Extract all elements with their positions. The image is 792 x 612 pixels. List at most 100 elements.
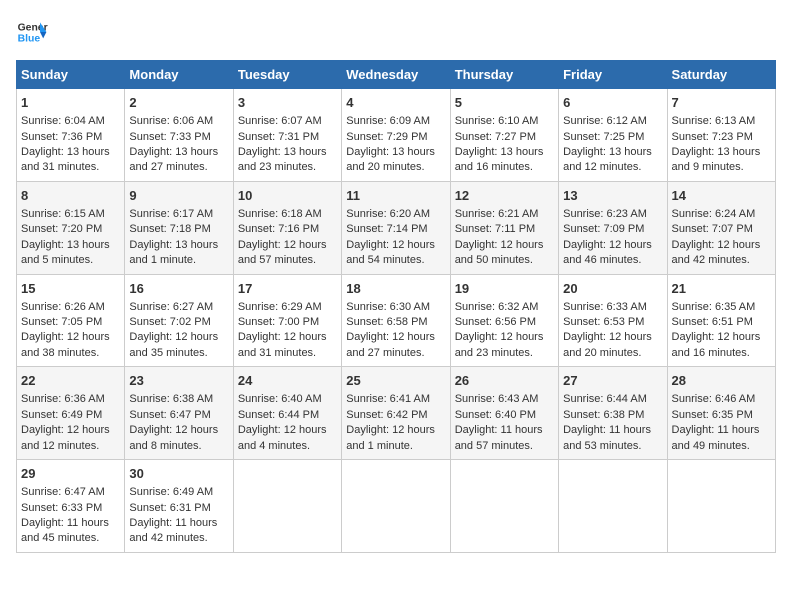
day-info-line: and 12 minutes. (21, 439, 120, 454)
day-info-line: Sunset: 6:40 PM (455, 408, 554, 423)
calendar-cell: 8Sunrise: 6:15 AMSunset: 7:20 PMDaylight… (17, 181, 125, 274)
day-info-line: Sunset: 6:49 PM (21, 408, 120, 423)
calendar-cell: 1Sunrise: 6:04 AMSunset: 7:36 PMDaylight… (17, 89, 125, 182)
day-info-line: Sunset: 7:20 PM (21, 222, 120, 237)
day-info-line: Daylight: 12 hours (21, 330, 120, 345)
calendar-cell: 23Sunrise: 6:38 AMSunset: 6:47 PMDayligh… (125, 367, 233, 460)
day-number: 29 (21, 465, 120, 483)
day-info-line: and 20 minutes. (346, 160, 445, 175)
day-info-line: Sunrise: 6:20 AM (346, 207, 445, 222)
calendar-cell: 20Sunrise: 6:33 AMSunset: 6:53 PMDayligh… (559, 274, 667, 367)
day-number: 2 (129, 94, 228, 112)
day-number: 12 (455, 187, 554, 205)
day-number: 30 (129, 465, 228, 483)
day-info-line: Sunrise: 6:38 AM (129, 392, 228, 407)
day-info-line: and 42 minutes. (129, 531, 228, 546)
calendar-cell: 16Sunrise: 6:27 AMSunset: 7:02 PMDayligh… (125, 274, 233, 367)
page-header: General Blue (16, 16, 776, 48)
calendar-cell (450, 460, 558, 553)
calendar-cell: 24Sunrise: 6:40 AMSunset: 6:44 PMDayligh… (233, 367, 341, 460)
day-info-line: Daylight: 13 hours (563, 145, 662, 160)
calendar-cell: 27Sunrise: 6:44 AMSunset: 6:38 PMDayligh… (559, 367, 667, 460)
day-info-line: Sunrise: 6:17 AM (129, 207, 228, 222)
day-info-line: Sunset: 7:29 PM (346, 130, 445, 145)
day-number: 3 (238, 94, 337, 112)
calendar-cell: 19Sunrise: 6:32 AMSunset: 6:56 PMDayligh… (450, 274, 558, 367)
day-number: 8 (21, 187, 120, 205)
calendar-cell: 28Sunrise: 6:46 AMSunset: 6:35 PMDayligh… (667, 367, 775, 460)
calendar-cell: 29Sunrise: 6:47 AMSunset: 6:33 PMDayligh… (17, 460, 125, 553)
calendar-cell: 6Sunrise: 6:12 AMSunset: 7:25 PMDaylight… (559, 89, 667, 182)
day-info-line: Sunrise: 6:27 AM (129, 300, 228, 315)
day-info-line: Daylight: 12 hours (346, 330, 445, 345)
day-info-line: Daylight: 13 hours (129, 145, 228, 160)
day-info-line: Sunset: 6:58 PM (346, 315, 445, 330)
day-number: 27 (563, 372, 662, 390)
day-number: 19 (455, 280, 554, 298)
day-info-line: Sunrise: 6:13 AM (672, 114, 771, 129)
weekday-header-wednesday: Wednesday (342, 61, 450, 89)
day-info-line: Daylight: 11 hours (21, 516, 120, 531)
day-info-line: Sunrise: 6:46 AM (672, 392, 771, 407)
calendar-cell: 26Sunrise: 6:43 AMSunset: 6:40 PMDayligh… (450, 367, 558, 460)
day-info-line: Sunset: 7:05 PM (21, 315, 120, 330)
day-number: 18 (346, 280, 445, 298)
calendar-cell: 11Sunrise: 6:20 AMSunset: 7:14 PMDayligh… (342, 181, 450, 274)
day-info-line: and 8 minutes. (129, 439, 228, 454)
day-number: 25 (346, 372, 445, 390)
day-info-line: Daylight: 11 hours (129, 516, 228, 531)
weekday-header-monday: Monday (125, 61, 233, 89)
day-info-line: Sunrise: 6:41 AM (346, 392, 445, 407)
day-info-line: and 12 minutes. (563, 160, 662, 175)
calendar-cell: 10Sunrise: 6:18 AMSunset: 7:16 PMDayligh… (233, 181, 341, 274)
day-number: 23 (129, 372, 228, 390)
logo-icon: General Blue (16, 16, 48, 48)
day-info-line: Daylight: 11 hours (455, 423, 554, 438)
day-number: 16 (129, 280, 228, 298)
day-info-line: Sunset: 6:42 PM (346, 408, 445, 423)
weekday-header-friday: Friday (559, 61, 667, 89)
day-info-line: Sunset: 7:36 PM (21, 130, 120, 145)
day-info-line: Sunrise: 6:23 AM (563, 207, 662, 222)
day-info-line: Daylight: 13 hours (129, 238, 228, 253)
day-info-line: Daylight: 12 hours (346, 423, 445, 438)
day-info-line: and 16 minutes. (455, 160, 554, 175)
day-info-line: Daylight: 12 hours (563, 330, 662, 345)
day-info-line: Sunset: 7:31 PM (238, 130, 337, 145)
day-info-line: and 23 minutes. (455, 346, 554, 361)
day-info-line: Sunrise: 6:44 AM (563, 392, 662, 407)
day-info-line: Sunset: 6:56 PM (455, 315, 554, 330)
day-info-line: Sunrise: 6:07 AM (238, 114, 337, 129)
day-info-line: Sunrise: 6:26 AM (21, 300, 120, 315)
day-info-line: and 1 minute. (346, 439, 445, 454)
day-info-line: Daylight: 13 hours (455, 145, 554, 160)
day-info-line: Sunset: 7:18 PM (129, 222, 228, 237)
calendar-cell: 2Sunrise: 6:06 AMSunset: 7:33 PMDaylight… (125, 89, 233, 182)
calendar-cell (667, 460, 775, 553)
day-info-line: and 23 minutes. (238, 160, 337, 175)
day-info-line: Sunset: 7:27 PM (455, 130, 554, 145)
day-info-line: Daylight: 12 hours (129, 423, 228, 438)
day-number: 14 (672, 187, 771, 205)
calendar-cell (342, 460, 450, 553)
day-info-line: and 16 minutes. (672, 346, 771, 361)
day-info-line: Sunrise: 6:24 AM (672, 207, 771, 222)
day-info-line: Sunset: 7:25 PM (563, 130, 662, 145)
day-info-line: Sunrise: 6:09 AM (346, 114, 445, 129)
weekday-header-sunday: Sunday (17, 61, 125, 89)
day-info-line: Sunrise: 6:15 AM (21, 207, 120, 222)
day-info-line: Sunrise: 6:36 AM (21, 392, 120, 407)
day-info-line: Sunset: 6:31 PM (129, 501, 228, 516)
day-info-line: and 49 minutes. (672, 439, 771, 454)
day-info-line: and 50 minutes. (455, 253, 554, 268)
day-number: 24 (238, 372, 337, 390)
day-info-line: Sunrise: 6:49 AM (129, 485, 228, 500)
day-info-line: Sunset: 6:35 PM (672, 408, 771, 423)
svg-text:Blue: Blue (18, 34, 41, 45)
day-info-line: and 53 minutes. (563, 439, 662, 454)
day-info-line: and 31 minutes. (21, 160, 120, 175)
day-info-line: Daylight: 12 hours (455, 330, 554, 345)
day-info-line: Sunset: 6:38 PM (563, 408, 662, 423)
day-info-line: and 45 minutes. (21, 531, 120, 546)
day-number: 17 (238, 280, 337, 298)
